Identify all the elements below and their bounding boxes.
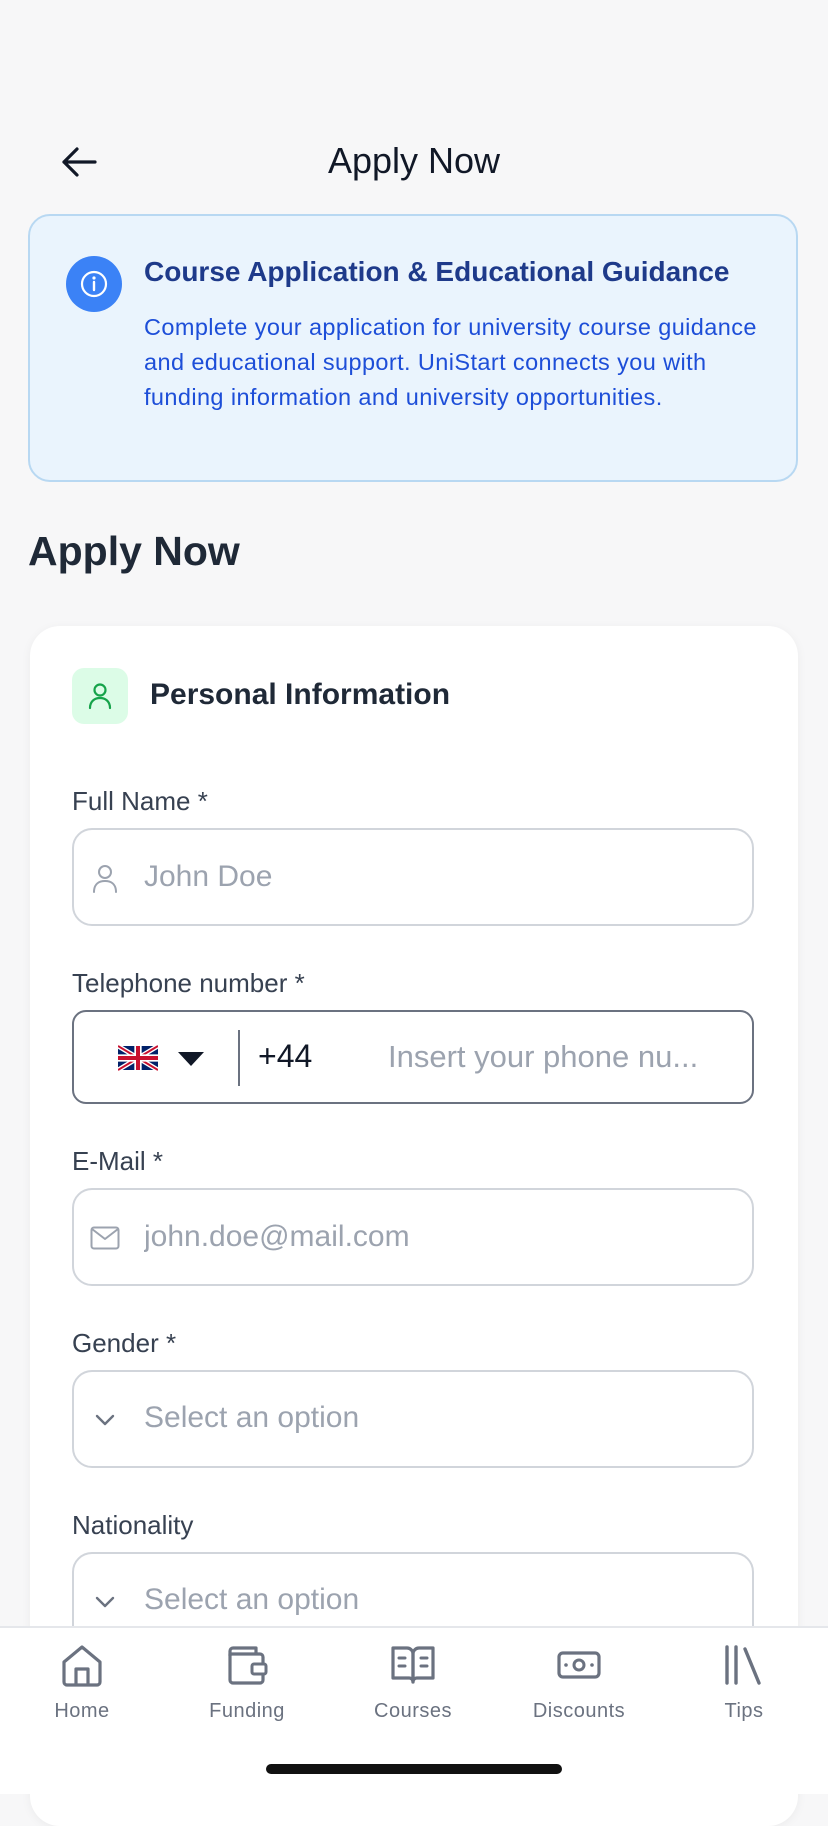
gender-select[interactable]: Select an option (72, 1370, 754, 1468)
nav-item-home[interactable]: Home (7, 1642, 157, 1742)
nav-item-discounts[interactable]: Discounts (504, 1642, 654, 1742)
nationality-select-value: Select an option (144, 1583, 360, 1616)
info-banner-text: Complete your application for university… (144, 314, 757, 410)
nav-label-courses: Courses (374, 1700, 452, 1722)
wallet-icon (228, 1646, 268, 1685)
user-icon (72, 668, 128, 724)
telephone-field: +44 (72, 1010, 754, 1104)
book-icon (391, 1646, 435, 1684)
gender-select-value: Select an option (144, 1401, 360, 1434)
full-name-input[interactable] (144, 830, 734, 924)
nav-item-funding[interactable]: Funding (172, 1642, 322, 1742)
email-input[interactable] (144, 1190, 734, 1284)
full-name-label: Full Name * (72, 786, 208, 816)
info-banner: Course Application & Educational Guidanc… (28, 214, 798, 482)
nav-item-courses[interactable]: Courses (338, 1642, 488, 1742)
library-icon (725, 1645, 761, 1685)
home-icon (62, 1645, 102, 1687)
card-title: Personal Information (150, 678, 451, 711)
home-indicator (266, 1764, 562, 1774)
nav-label-discounts: Discounts (532, 1700, 626, 1722)
nationality-label: Nationality (72, 1510, 194, 1540)
gender-label: Gender * (72, 1328, 177, 1358)
email-label: E-Mail * (72, 1146, 164, 1176)
email-field[interactable] (72, 1188, 754, 1286)
page-title: Apply Now (327, 140, 501, 181)
phone-number-input[interactable] (388, 1012, 738, 1102)
nav-label-tips: Tips (724, 1700, 764, 1722)
nav-item-tips[interactable]: Tips (669, 1642, 819, 1742)
chevron-down-icon (90, 1405, 120, 1435)
full-name-field[interactable] (72, 828, 754, 926)
nav-label-funding: Funding (209, 1700, 285, 1722)
mail-icon (90, 1223, 120, 1253)
dial-code: +44 (258, 1038, 313, 1074)
top-bar: Apply Now (0, 0, 828, 210)
caret-down-icon[interactable] (176, 1050, 206, 1068)
chevron-down-icon (90, 1587, 120, 1617)
section-heading: Apply Now (28, 528, 240, 574)
cash-icon (557, 1651, 601, 1679)
info-icon (66, 256, 122, 312)
person-icon (90, 863, 120, 893)
nav-label-home: Home (54, 1700, 110, 1722)
phone-divider (238, 1030, 240, 1086)
uk-flag-icon[interactable] (118, 1045, 158, 1071)
telephone-label: Telephone number * (72, 968, 305, 998)
info-banner-title: Course Application & Educational Guidanc… (144, 256, 730, 287)
